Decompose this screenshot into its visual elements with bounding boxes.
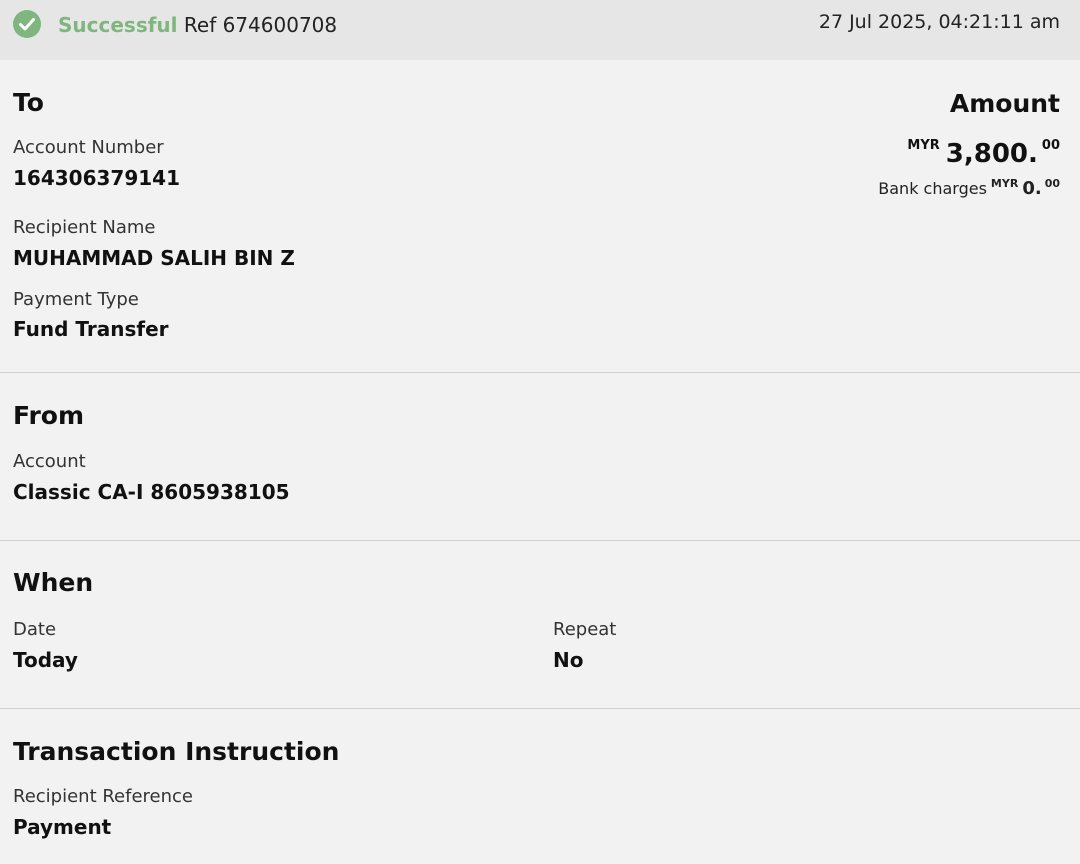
from-account-label: Account	[13, 451, 86, 472]
recipient-name-value: MUHAMMAD SALIH BIN Z	[13, 246, 295, 270]
recipient-reference-label: Recipient Reference	[13, 786, 193, 807]
bank-charges-label: Bank charges	[878, 179, 987, 198]
recipient-name-label: Recipient Name	[13, 217, 156, 238]
account-number-label: Account Number	[13, 137, 164, 158]
repeat-label: Repeat	[553, 619, 617, 640]
status-bar: Successful Ref 674600708 27 Jul 2025, 04…	[0, 0, 1080, 60]
payment-type-value: Fund Transfer	[13, 317, 169, 341]
ref-number: 674600708	[222, 13, 338, 37]
ref-label: Ref	[183, 13, 217, 37]
when-section: When Date Today Repeat No	[0, 541, 1080, 709]
amount-currency: MYR	[907, 138, 940, 153]
bank-charges-value: 0.	[1022, 178, 1042, 199]
status-text: Successful	[58, 13, 178, 37]
amount-title: Amount	[949, 89, 1060, 118]
instruction-title: Transaction Instruction	[13, 737, 340, 766]
recipient-reference-value: Payment	[13, 815, 112, 839]
from-section: From Account Classic CA-I 8605938105	[0, 373, 1080, 541]
from-title: From	[13, 401, 85, 430]
to-section: To Account Number 164306379141 Recipient…	[0, 60, 1080, 373]
repeat-value: No	[553, 648, 584, 672]
check-circle-icon	[13, 10, 41, 38]
from-account-value: Classic CA-I 8605938105	[13, 480, 290, 504]
bank-charges-currency: MYR	[990, 177, 1019, 190]
bank-charges: Bank charges MYR 0. 00	[878, 177, 1060, 199]
status-line: Successful Ref 674600708	[58, 13, 337, 37]
transaction-timestamp: 27 Jul 2025, 04:21:11 am	[818, 11, 1060, 33]
account-number-value: 164306379141	[13, 166, 180, 190]
amount-display: MYR 3,800. 00	[907, 138, 1060, 169]
amount-cents: 00	[1041, 138, 1060, 153]
amount-value: 3,800.	[945, 139, 1038, 169]
when-title: When	[13, 568, 94, 597]
payment-type-label: Payment Type	[13, 289, 139, 310]
bank-charges-cents: 00	[1044, 177, 1060, 190]
date-value: Today	[13, 648, 78, 672]
instruction-section: Transaction Instruction Recipient Refere…	[0, 709, 1080, 864]
to-title: To	[13, 88, 44, 117]
date-label: Date	[13, 619, 57, 640]
